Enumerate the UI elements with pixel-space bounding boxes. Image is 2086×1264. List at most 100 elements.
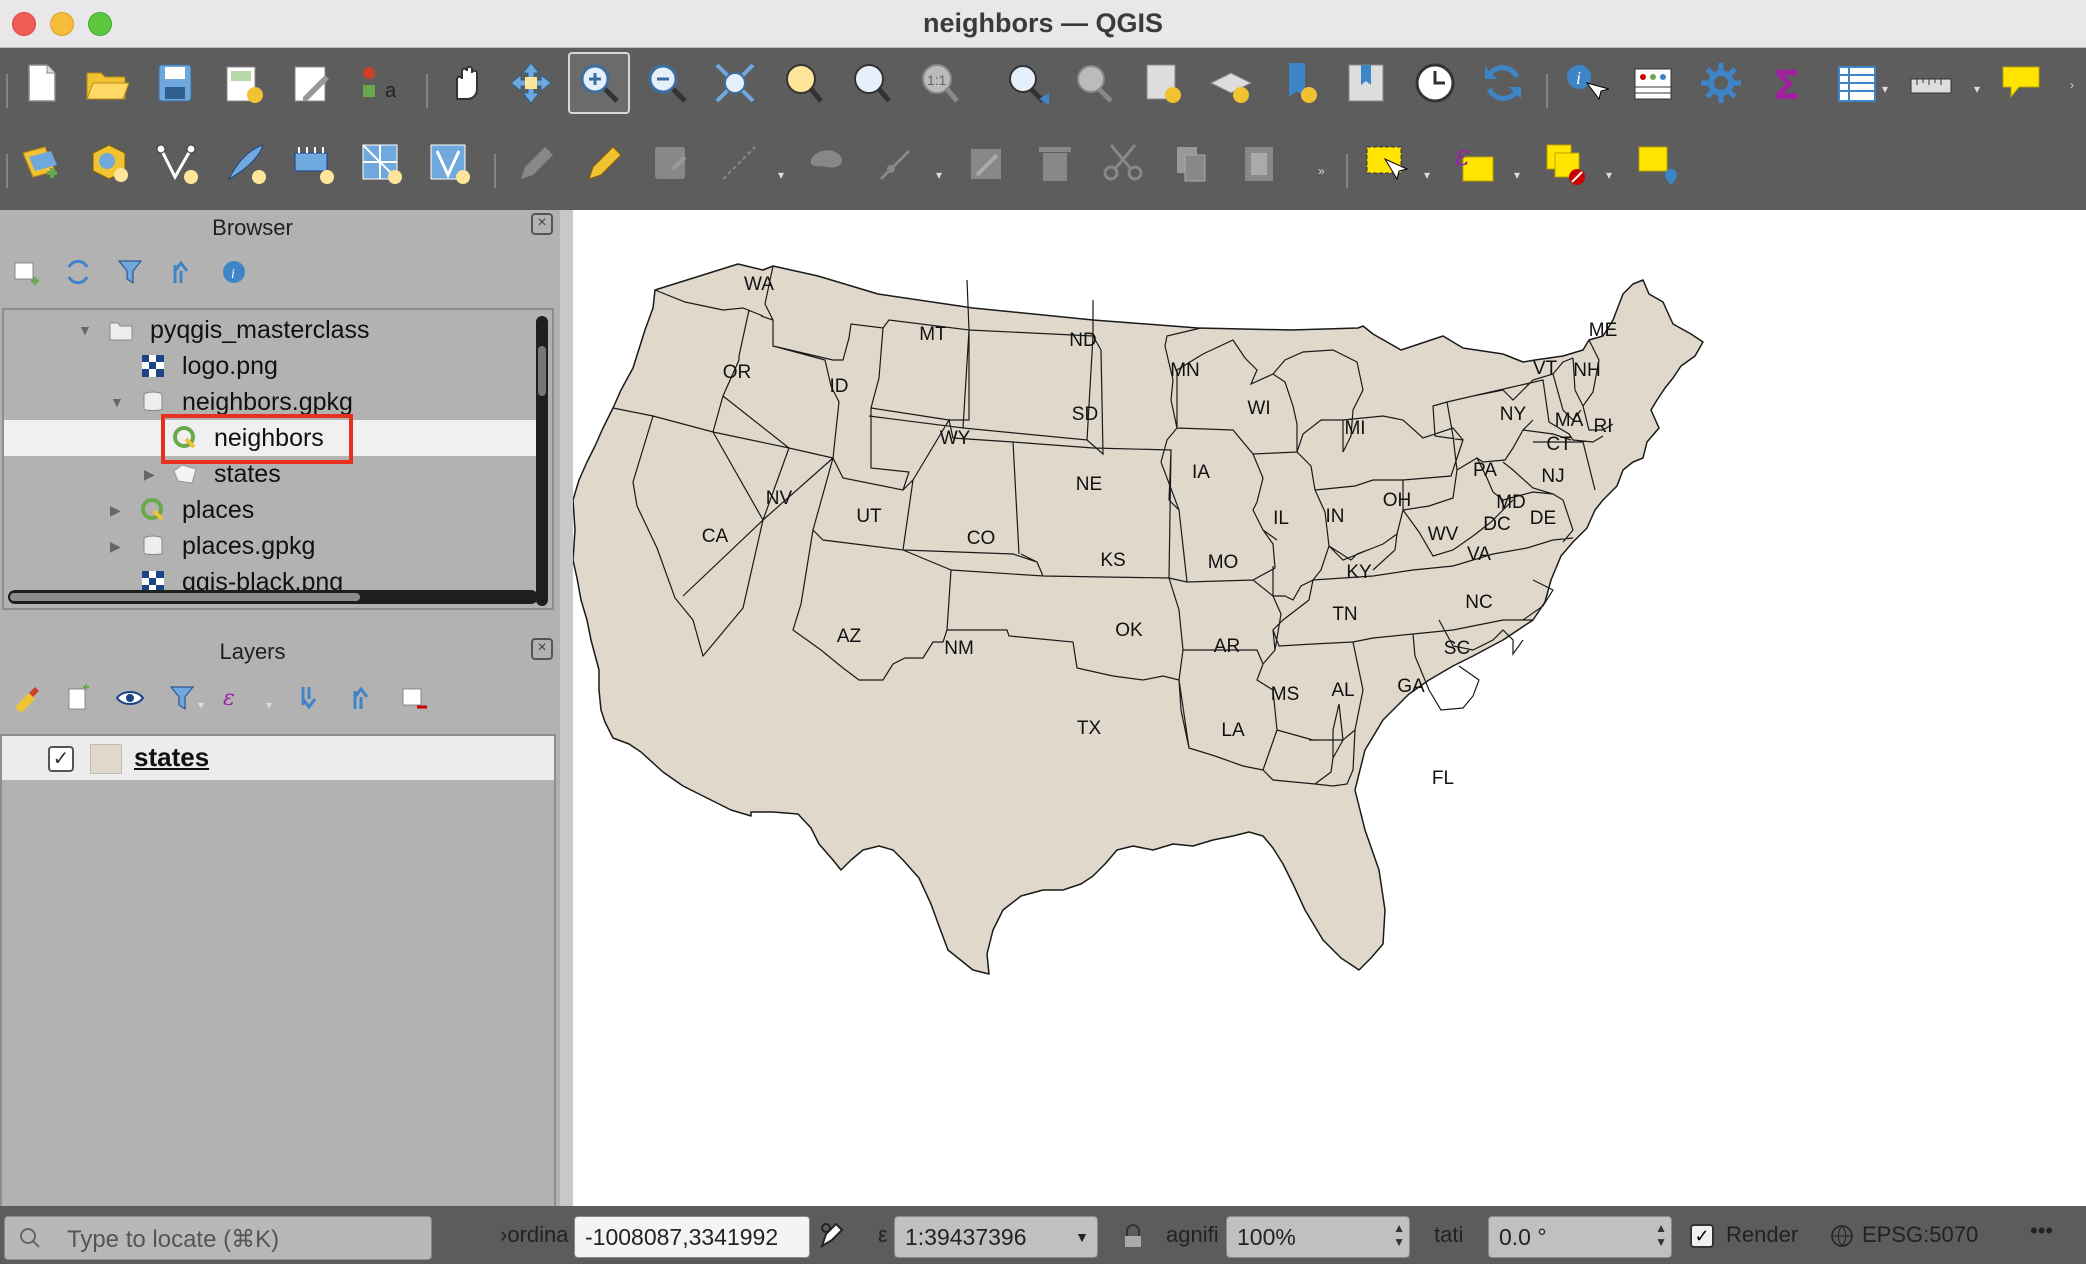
new-temporary-layer-icon[interactable] [418, 132, 480, 194]
copy-features-icon[interactable] [1160, 132, 1222, 194]
dropdown-arrow-icon[interactable]: ▾ [936, 168, 946, 182]
field-calculator-icon[interactable] [1826, 52, 1888, 114]
crs-button[interactable]: EPSG:5070 [1862, 1222, 1978, 1248]
identify-features-icon[interactable]: i [1554, 52, 1616, 114]
new-virtual-layer-icon[interactable] [282, 132, 344, 194]
zoom-native-icon[interactable]: 1:1 [908, 52, 970, 114]
toggle-editing-icon[interactable] [572, 132, 634, 194]
remove-layer-icon[interactable] [394, 678, 434, 718]
map-tips-icon[interactable] [1990, 52, 2052, 114]
zoom-next-icon[interactable] [1064, 52, 1126, 114]
dropdown-arrow-icon[interactable]: ▾ [266, 698, 276, 712]
new-mesh-layer-icon[interactable] [350, 132, 412, 194]
new-bookmark-icon[interactable] [1268, 52, 1330, 114]
map-canvas[interactable]: WA MT ND MN ME OR ID SD WI VT NH NY MI MA RI CT WY IA PA NJ… [573, 210, 2086, 1206]
select-by-location-icon[interactable] [1626, 132, 1688, 194]
style-manager-icon[interactable]: a [348, 52, 410, 114]
browser-item-file[interactable]: logo.png [4, 348, 536, 384]
browser-vertical-scrollbar[interactable] [536, 316, 548, 606]
temporal-controller-icon[interactable] [1404, 52, 1466, 114]
rotation-spinbox[interactable]: 0.0 ° ▲ ▼ [1488, 1216, 1672, 1258]
measure-line-icon[interactable] [1900, 52, 1962, 114]
scrollbar-thumb[interactable] [538, 346, 546, 396]
us-states-map[interactable]: WA MT ND MN ME OR ID SD WI VT NH NY MI MA RI CT WY IA PA NJ… [573, 210, 2086, 1206]
modify-attributes-icon[interactable] [956, 132, 1018, 194]
layout-manager-icon[interactable] [280, 52, 342, 114]
expand-all-icon[interactable] [290, 678, 330, 718]
deselect-features-icon[interactable] [1534, 132, 1596, 194]
paste-features-icon[interactable] [1228, 132, 1290, 194]
lock-scale-icon[interactable] [1124, 1224, 1142, 1248]
expand-arrow-icon[interactable]: ▶ [144, 456, 160, 492]
new-3d-map-view-icon[interactable] [1200, 52, 1262, 114]
dropdown-arrow-icon[interactable]: ▾ [198, 698, 208, 712]
filter-by-expression-icon[interactable]: ε [214, 678, 254, 718]
zoom-in-icon[interactable] [568, 52, 630, 114]
digitize-line-icon[interactable] [708, 132, 770, 194]
dropdown-arrow-icon[interactable]: ▾ [1514, 168, 1524, 182]
layer-item-states[interactable]: ✓ states [2, 736, 554, 780]
data-source-manager-icon[interactable] [10, 132, 72, 194]
expand-arrow-icon[interactable]: ▶ [110, 528, 126, 564]
save-project-icon[interactable] [144, 52, 206, 114]
browser-item-project[interactable]: ▶ places [4, 492, 536, 528]
add-group-icon[interactable] [58, 678, 98, 718]
browser-item-folder[interactable]: ▼ pyqgis_masterclass [4, 312, 536, 348]
new-geopackage-layer-icon[interactable] [78, 132, 140, 194]
delete-selected-icon[interactable] [1024, 132, 1086, 194]
layer-visibility-checkbox[interactable]: ✓ [48, 746, 74, 772]
browser-horizontal-scrollbar[interactable] [8, 590, 538, 604]
layer-styling-icon[interactable] [6, 678, 46, 718]
zoom-full-icon[interactable] [704, 52, 766, 114]
spin-arrows-icon[interactable]: ▲ ▼ [1655, 1221, 1667, 1249]
more-tools-icon[interactable]: › [2070, 78, 2080, 92]
new-map-view-icon[interactable] [1132, 52, 1194, 114]
attribute-table-icon[interactable] [1622, 52, 1684, 114]
collapse-all-icon[interactable] [162, 252, 202, 292]
refresh-icon[interactable] [1472, 52, 1534, 114]
locator-search-field[interactable]: Type to locate (⌘K) [4, 1216, 432, 1260]
magnifier-spinbox[interactable]: 100% ▲ ▼ [1226, 1216, 1410, 1258]
select-by-expression-icon[interactable]: ε [1444, 132, 1506, 194]
more-tools-icon[interactable]: » [1318, 164, 1328, 178]
dropdown-arrow-icon[interactable]: ▾ [1606, 168, 1616, 182]
scrollbar-thumb[interactable] [10, 593, 360, 601]
zoom-to-selection-icon[interactable] [772, 52, 834, 114]
refresh-browser-icon[interactable] [58, 252, 98, 292]
dropdown-arrow-icon[interactable]: ▾ [778, 168, 788, 182]
properties-info-icon[interactable]: i [214, 252, 254, 292]
show-bookmarks-icon[interactable] [1336, 52, 1398, 114]
filter-browser-icon[interactable] [110, 252, 150, 292]
scale-combobox[interactable]: 1:39437396 ▼ [894, 1216, 1098, 1258]
pan-to-selection-icon[interactable] [500, 52, 562, 114]
render-checkbox[interactable]: ✓ [1690, 1224, 1714, 1248]
close-browser-panel-icon[interactable]: × [531, 213, 553, 235]
filter-legend-icon[interactable] [162, 678, 202, 718]
new-shapefile-layer-icon[interactable] [146, 132, 208, 194]
pan-map-icon[interactable] [434, 52, 496, 114]
current-edits-icon[interactable] [504, 132, 566, 194]
crs-globe-icon[interactable] [1830, 1224, 1854, 1248]
vertex-tool-icon[interactable] [864, 132, 926, 194]
toggle-extents-mouse-icon[interactable] [816, 1220, 848, 1252]
digitize-polygon-icon[interactable] [796, 132, 858, 194]
spin-arrows-icon[interactable]: ▲ ▼ [1393, 1221, 1405, 1249]
zoom-to-layer-icon[interactable] [840, 52, 902, 114]
new-project-icon[interactable] [10, 52, 72, 114]
open-project-icon[interactable] [76, 52, 138, 114]
browser-item-geopackage[interactable]: ▶ places.gpkg [4, 528, 536, 564]
cut-features-icon[interactable] [1092, 132, 1154, 194]
collapse-all-icon[interactable] [342, 678, 382, 718]
zoom-last-icon[interactable] [996, 52, 1058, 114]
close-layers-panel-icon[interactable]: × [531, 638, 553, 660]
new-spatialite-layer-icon[interactable] [214, 132, 276, 194]
manage-visibility-eye-icon[interactable] [110, 678, 150, 718]
expand-arrow-icon[interactable]: ▼ [78, 312, 94, 348]
zoom-out-icon[interactable] [636, 52, 698, 114]
statistics-sigma-icon[interactable]: Σ [1758, 52, 1820, 114]
settings-gear-icon[interactable] [1690, 52, 1752, 114]
dropdown-arrow-icon[interactable]: ▾ [1424, 168, 1434, 182]
dropdown-arrow-icon[interactable]: ▾ [1882, 82, 1892, 96]
save-edits-icon[interactable] [640, 132, 702, 194]
select-features-icon[interactable] [1354, 132, 1416, 194]
